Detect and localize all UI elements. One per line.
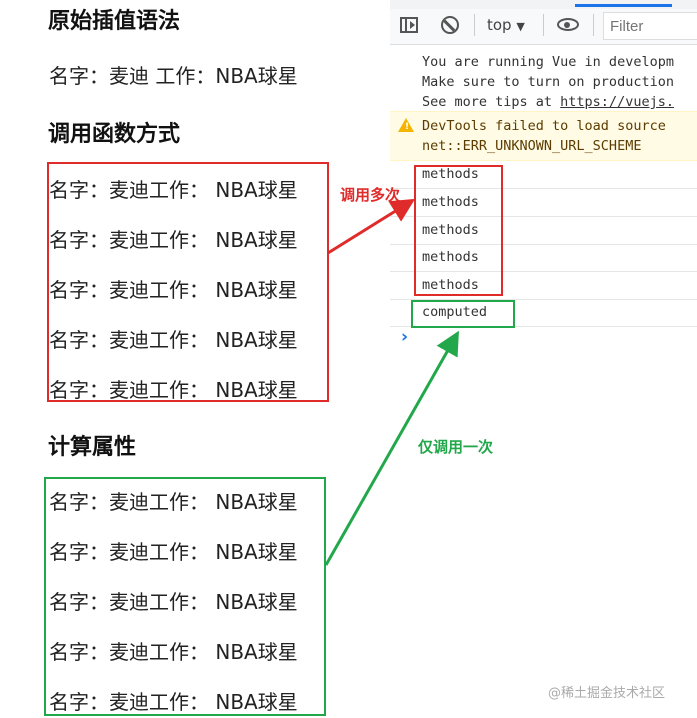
called-many-times-label: 调用多次: [340, 186, 401, 204]
called-once-label: 仅调用一次: [418, 438, 494, 456]
annotation-arrows: [324, 198, 459, 566]
red-arrow: [327, 198, 416, 255]
watermark: @稀土掘金技术社区: [548, 686, 666, 701]
